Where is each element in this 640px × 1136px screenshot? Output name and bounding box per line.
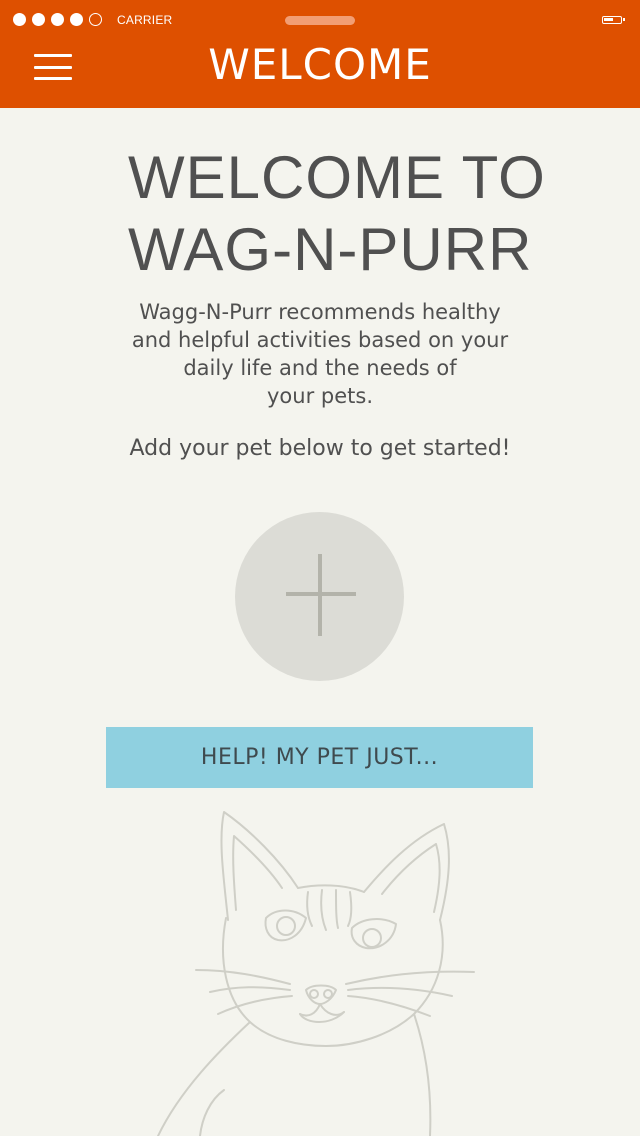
top-bar: CARRIER WELCOME [0,0,640,108]
signal-dot [32,13,45,26]
page-title: WELCOME [208,40,432,89]
welcome-headline: WELCOME TO WAG-N-PURR [128,142,548,286]
signal-strength-indicator [13,13,102,26]
headline-line: WELCOME TO [128,144,546,211]
signal-dot-empty [89,13,102,26]
battery-level [604,18,613,21]
app-description: Wagg-N-Purr recommends healthy and helpf… [110,298,530,410]
description-line: your pets. [267,384,373,408]
call-to-action-text: Add your pet below to get started! [129,436,511,461]
battery-tip [623,18,625,21]
signal-dot [51,13,64,26]
description-line: daily life and the needs of [183,356,457,380]
signal-dot [70,13,83,26]
speaker-notch [285,16,355,25]
description-line: and helpful activities based on your [131,328,509,352]
headline-line: WAG-N-PURR [128,216,533,283]
help-my-pet-button[interactable]: HELP! MY PET JUST... [106,727,533,788]
carrier-label: CARRIER [117,13,173,27]
signal-dot [13,13,26,26]
plus-icon [286,554,356,636]
add-pet-button[interactable] [235,512,404,681]
cat-illustration [157,811,475,1136]
battery-icon [602,16,625,24]
description-line: Wagg-N-Purr recommends healthy [139,300,501,324]
